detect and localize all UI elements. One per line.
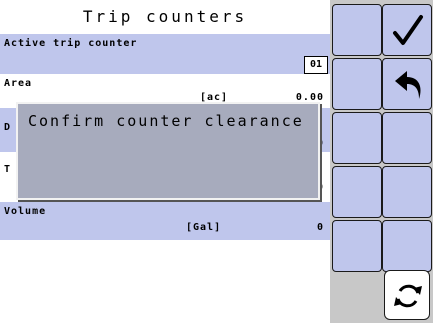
refresh-icon [394, 284, 422, 308]
sidebar-button-1[interactable] [332, 4, 382, 56]
confirm-button[interactable] [382, 4, 432, 56]
sidebar-button-3[interactable] [332, 58, 382, 110]
active-trip-counter-label: Active trip counter [4, 38, 138, 49]
sidebar [330, 0, 433, 323]
active-trip-counter-row[interactable]: Active trip counter 01 [0, 34, 330, 74]
dialog-message: Confirm counter clearance [28, 112, 304, 130]
active-trip-counter-value[interactable]: 01 [304, 56, 328, 74]
volume-label: Volume [4, 206, 47, 217]
main-panel: Trip counters Active trip counter 01 Are… [0, 0, 330, 323]
sidebar-button-8[interactable] [382, 166, 432, 218]
area-label: Area [4, 78, 33, 89]
volume-unit: [Gal] [186, 222, 222, 233]
volume-row: Volume [Gal] 0 [0, 202, 330, 240]
refresh-button[interactable] [384, 270, 430, 320]
sidebar-button-6[interactable] [382, 112, 432, 164]
page-title: Trip counters [0, 0, 330, 34]
checkmark-icon [393, 15, 423, 45]
sidebar-button-5[interactable] [332, 112, 382, 164]
sidebar-button-10[interactable] [382, 220, 432, 272]
distance-label: D [4, 122, 12, 133]
sidebar-button-9[interactable] [332, 220, 382, 272]
confirm-dialog: Confirm counter clearance [16, 102, 320, 200]
volume-value: 0 [316, 222, 324, 233]
sidebar-button-7[interactable] [332, 166, 382, 218]
back-button[interactable] [382, 58, 432, 110]
time-label: T [4, 164, 12, 175]
back-arrow-icon [395, 71, 421, 99]
